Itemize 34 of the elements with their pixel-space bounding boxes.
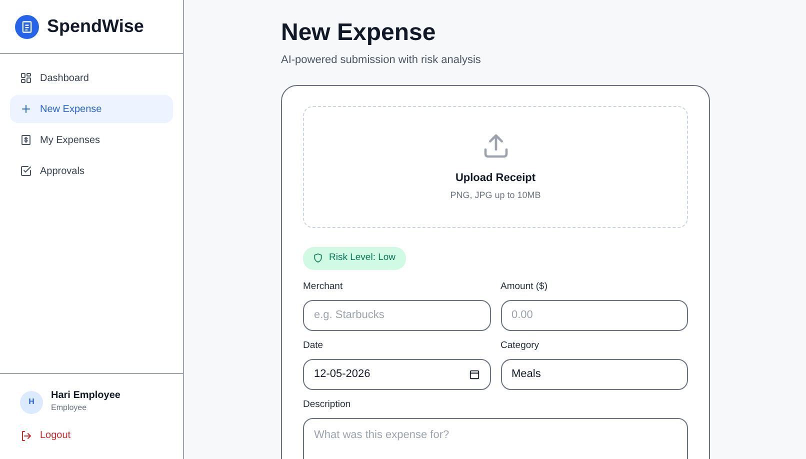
logo-icon (15, 14, 39, 38)
field-label: Description (303, 398, 352, 412)
sidebar-item[interactable]: Approvals (10, 157, 173, 185)
page-title: New Expense (281, 19, 437, 48)
upload-dropzone[interactable]: Upload Receipt PNG, JPG up to 10MB (303, 106, 688, 228)
logout-link[interactable]: Logout (20, 428, 163, 443)
user-name: Hari Employee (51, 390, 120, 402)
page-subtitle: AI-powered submission with risk analysis (281, 52, 482, 68)
input-field[interactable]: e.g. Starbucks (303, 300, 490, 331)
sidebar-item[interactable]: My Expenses (10, 126, 173, 154)
input-field[interactable]: What was this expense for? (303, 418, 688, 459)
upload-title: Upload Receipt (455, 171, 536, 186)
calendar-icon (468, 369, 480, 380)
upload-hint: PNG, JPG up to 10MB (450, 188, 541, 202)
user-avatar: H (20, 390, 43, 414)
plus-icon (20, 103, 32, 115)
input-field[interactable]: 0.00 (500, 300, 688, 331)
date-field[interactable]: 12-05-2026 (303, 359, 490, 390)
field-label: Date (303, 338, 324, 353)
risk-badge: Risk Level: Low (303, 247, 406, 270)
upload-icon (482, 132, 510, 160)
field-label: Category (500, 338, 540, 353)
shield-icon (313, 253, 323, 264)
logout-icon (20, 430, 32, 442)
sidebar-item[interactable]: Dashboard (10, 64, 173, 92)
user-role: Employee (51, 402, 88, 414)
grid-icon (20, 72, 32, 84)
sidebar-item[interactable]: New Expense (10, 95, 173, 123)
select-field[interactable]: Meals (500, 359, 688, 390)
receipt-icon (20, 134, 32, 146)
field-label: Merchant (303, 280, 344, 294)
brand-name: SpendWise (47, 15, 144, 38)
field-label: Amount ($) (500, 280, 548, 294)
checkbox-icon (20, 165, 32, 177)
